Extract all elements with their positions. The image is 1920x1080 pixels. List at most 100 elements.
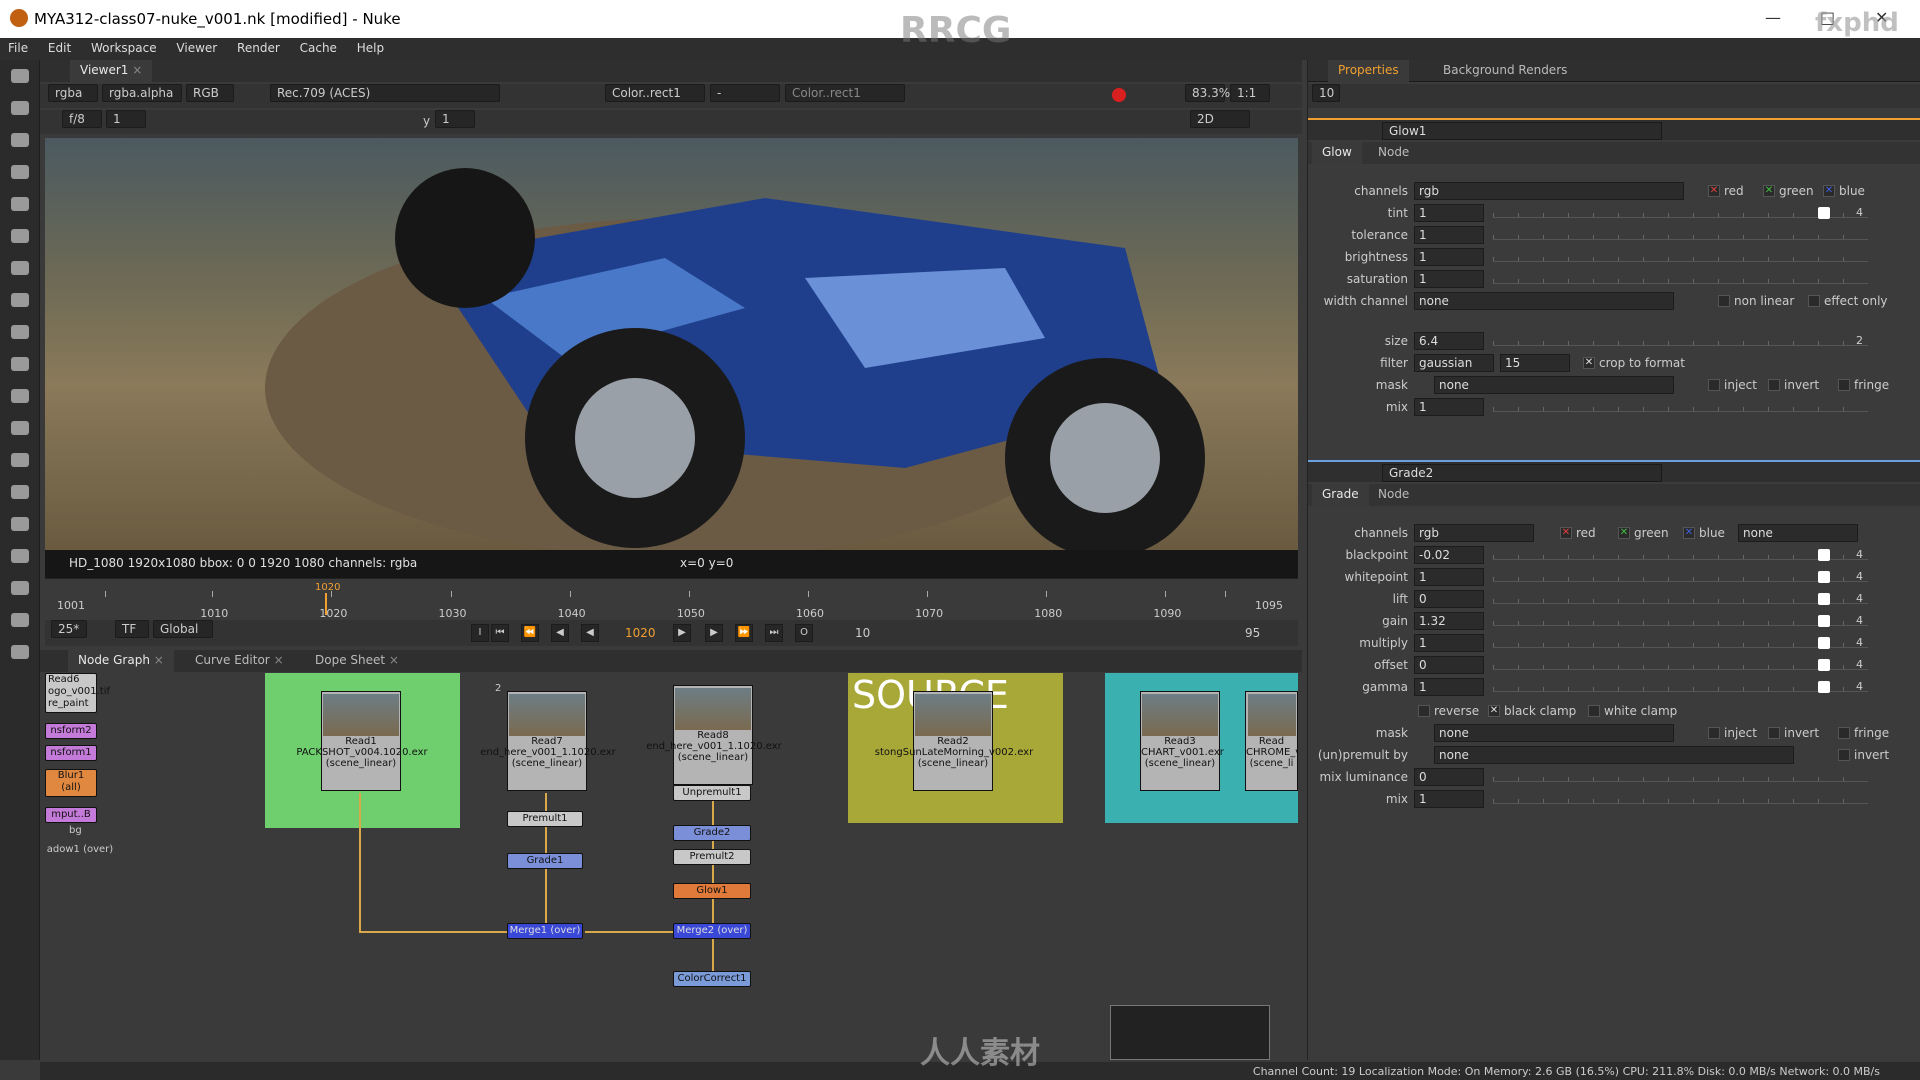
mix-luminance-slider[interactable]: [1493, 770, 1868, 782]
grade-green-checkbox[interactable]: ✕: [1618, 527, 1630, 539]
fstop-field[interactable]: f/8: [62, 110, 102, 128]
range-scope-select[interactable]: Global: [153, 620, 213, 638]
gain-channel-count[interactable]: 4: [1856, 614, 1863, 627]
toolsets-icon[interactable]: [0, 508, 40, 540]
metadata-tools-icon[interactable]: [0, 476, 40, 508]
size-channel-count[interactable]: 2: [1856, 334, 1863, 347]
whitepoint-slider[interactable]: [1493, 570, 1868, 582]
blackpoint-field[interactable]: -0.02: [1414, 546, 1484, 564]
maximize-button[interactable]: □: [1820, 8, 1835, 27]
compare-mode-select[interactable]: -: [710, 84, 780, 102]
red-checkbox[interactable]: ✕: [1708, 185, 1720, 197]
reverse-checkbox[interactable]: [1418, 705, 1430, 717]
read8-node[interactable]: Read8 end_here_v001_1.1020.exr (scene_line…: [646, 685, 782, 785]
read7-node[interactable]: Read7 end_here_v001_1.1020.exr (scene_line…: [480, 691, 616, 791]
offset-field[interactable]: 0: [1414, 656, 1484, 674]
glow-node-name[interactable]: Glow1: [1382, 122, 1662, 140]
merge-tools-icon[interactable]: [0, 284, 40, 316]
step-forward-button[interactable]: ▶: [705, 624, 723, 642]
menu-cache[interactable]: Cache: [292, 38, 345, 55]
ratio-select[interactable]: 1:1: [1230, 84, 1270, 102]
grade2-node[interactable]: Grade2: [673, 825, 751, 841]
blackpoint-channel-count[interactable]: 4: [1856, 548, 1863, 561]
goto-end-button[interactable]: ⏭: [765, 624, 783, 642]
grade-alpha-select[interactable]: none: [1738, 524, 1858, 542]
fps-field[interactable]: 25*: [51, 620, 87, 638]
read2-node[interactable]: Read2 stongSunLateMorning_v002.exr (scene_…: [875, 691, 1033, 791]
in-point-button[interactable]: I: [471, 624, 489, 642]
zoom-field[interactable]: 83.3%: [1185, 84, 1230, 102]
transform1-node[interactable]: nsform1: [45, 745, 97, 761]
unpremult1-node[interactable]: Unpremult1: [673, 785, 751, 801]
brightness-field[interactable]: 1: [1414, 248, 1484, 266]
frame-field[interactable]: 1020: [625, 626, 656, 640]
step-back-button[interactable]: ◀: [551, 624, 569, 642]
tab-background-renders[interactable]: Background Renders: [1433, 60, 1577, 82]
input-b-select[interactable]: Color..rect1: [785, 84, 905, 102]
filter-field[interactable]: gaussian: [1414, 354, 1494, 372]
menu-viewer[interactable]: Viewer: [168, 38, 225, 55]
gain-field[interactable]: 1.32: [1414, 612, 1484, 630]
tolerance-slider[interactable]: [1493, 228, 1868, 240]
skip-field[interactable]: 10: [855, 626, 870, 640]
tab-viewer1[interactable]: Viewer1 ×: [70, 60, 153, 82]
offset-slider[interactable]: [1493, 658, 1868, 670]
3d-tools-icon[interactable]: [0, 348, 40, 380]
brightness-slider[interactable]: [1493, 250, 1868, 262]
merge1-node[interactable]: Merge1 (over): [507, 923, 583, 939]
deep-tools-icon[interactable]: [0, 412, 40, 444]
grade-invert-checkbox[interactable]: [1768, 727, 1780, 739]
read4-node[interactable]: Read CHROME_v (scene_li: [1245, 691, 1298, 791]
tab-grade[interactable]: Grade: [1312, 484, 1369, 506]
max-panels-field[interactable]: 10: [1312, 84, 1340, 102]
unpremult-select[interactable]: none: [1434, 746, 1794, 764]
width-channel-field[interactable]: none: [1414, 292, 1674, 310]
mix-slider[interactable]: [1493, 400, 1868, 412]
grade-blue-checkbox[interactable]: ✕: [1683, 527, 1695, 539]
frame-step-field[interactable]: 1: [106, 110, 146, 128]
gamma-field[interactable]: 1: [1414, 678, 1484, 696]
grade-mix-field[interactable]: 1: [1414, 790, 1484, 808]
close-button[interactable]: ✕: [1875, 8, 1888, 27]
blur1-node[interactable]: Blur1 (all): [45, 769, 97, 797]
input-a-select[interactable]: Color..rect1: [605, 84, 705, 102]
keyer-tools-icon[interactable]: [0, 252, 40, 284]
draw-tools-icon[interactable]: [0, 92, 40, 124]
premult1-node[interactable]: Premult1: [507, 811, 583, 827]
transform2-node[interactable]: nsform2: [45, 723, 97, 739]
alpha-select[interactable]: rgba.alpha: [102, 84, 182, 102]
settings-icon[interactable]: [0, 636, 40, 668]
channels-field[interactable]: rgb: [1414, 182, 1684, 200]
menu-file[interactable]: File: [0, 38, 36, 55]
grade1-node[interactable]: Grade1: [507, 853, 583, 869]
tab-grade-node[interactable]: Node: [1368, 484, 1419, 506]
grade-red-checkbox[interactable]: ✕: [1560, 527, 1572, 539]
multiply-slider[interactable]: [1493, 636, 1868, 648]
glow-invert-checkbox[interactable]: [1768, 379, 1780, 391]
goto-start-button[interactable]: ⏮: [491, 624, 509, 642]
filter-tools-icon[interactable]: [0, 220, 40, 252]
effect-only-checkbox[interactable]: [1808, 295, 1820, 307]
lift-slider[interactable]: [1493, 592, 1868, 604]
unpremult-invert-checkbox[interactable]: [1838, 749, 1850, 761]
glow-inject-checkbox[interactable]: [1708, 379, 1720, 391]
y-field[interactable]: 1: [435, 110, 475, 128]
ofx-tools-icon[interactable]: [0, 604, 40, 636]
blackpoint-slider[interactable]: [1493, 548, 1868, 560]
tint-color-swatch[interactable]: [1818, 207, 1830, 219]
views-tools-icon[interactable]: [0, 444, 40, 476]
grade-mask-select[interactable]: none: [1434, 724, 1674, 742]
tint-slider[interactable]: [1493, 206, 1868, 218]
colorspace-select[interactable]: Rec.709 (ACES): [270, 84, 500, 102]
gamma-color-swatch[interactable]: [1818, 681, 1830, 693]
premult2-node[interactable]: Premult2: [673, 849, 751, 865]
node-graph-minimap[interactable]: [1110, 1005, 1270, 1060]
tolerance-field[interactable]: 1: [1414, 226, 1484, 244]
multiply-color-swatch[interactable]: [1818, 637, 1830, 649]
glow-fringe-checkbox[interactable]: [1838, 379, 1850, 391]
menu-render[interactable]: Render: [229, 38, 288, 55]
grade-fringe-checkbox[interactable]: [1838, 727, 1850, 739]
whitepoint-channel-count[interactable]: 4: [1856, 570, 1863, 583]
menu-edit[interactable]: Edit: [40, 38, 79, 55]
tab-glow[interactable]: Glow: [1312, 142, 1362, 164]
